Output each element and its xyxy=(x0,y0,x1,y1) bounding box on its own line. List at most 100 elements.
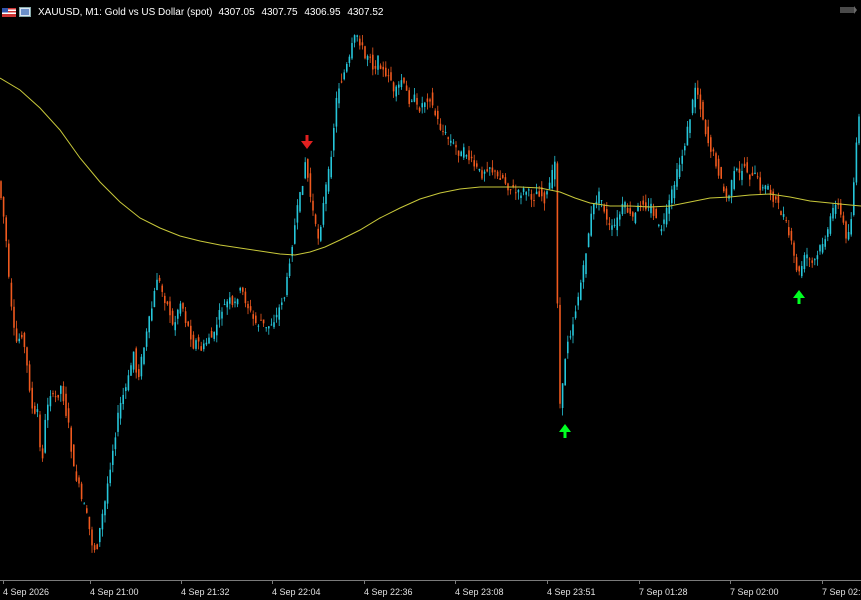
bull-candle xyxy=(179,303,182,314)
bear-candle xyxy=(78,477,80,484)
bear-candle xyxy=(21,334,23,338)
bull-candle xyxy=(130,365,132,376)
bear-candle xyxy=(382,66,384,70)
bull-candle xyxy=(834,204,837,214)
bear-candle xyxy=(359,38,361,46)
bull-candle xyxy=(218,310,221,320)
bull-candle xyxy=(278,307,280,320)
bear-candle xyxy=(408,90,410,104)
bear-candle xyxy=(712,149,715,152)
moving-average-line xyxy=(0,77,861,256)
bear-candle xyxy=(645,202,647,210)
bear-candle xyxy=(704,119,707,135)
bear-candle xyxy=(8,243,10,277)
bull-candle xyxy=(49,396,52,407)
bull-candle xyxy=(330,156,332,178)
time-label: 4 Sep 2026 xyxy=(3,587,50,597)
bear-candle xyxy=(759,177,761,191)
bull-candle xyxy=(665,208,668,225)
bull-candle xyxy=(689,119,691,133)
bear-candle xyxy=(93,545,96,550)
bull-candle xyxy=(577,296,579,306)
bull-candle xyxy=(616,217,618,231)
bear-candle xyxy=(434,110,436,116)
bull-candle xyxy=(858,116,860,144)
bear-candle xyxy=(244,291,247,304)
bull-candle xyxy=(400,80,403,88)
bull-candle xyxy=(36,409,39,412)
price-chart[interactable] xyxy=(0,0,861,580)
bear-candle xyxy=(775,196,777,200)
time-axis: 4 Sep 2026 4 Sep 21:00 4 Sep 21:32 4 Sep… xyxy=(0,580,861,600)
bear-candle xyxy=(429,99,431,102)
bull-candle xyxy=(296,205,299,223)
bull-candle xyxy=(281,302,283,305)
bull-candle xyxy=(122,394,124,405)
bull-candle xyxy=(634,212,637,223)
bull-candle xyxy=(148,316,150,333)
bull-candle xyxy=(684,146,686,151)
bear-candle xyxy=(476,163,478,167)
bear-candle xyxy=(75,471,78,481)
bull-candle xyxy=(114,437,117,450)
bull-candle xyxy=(273,322,275,328)
bear-candle xyxy=(138,369,140,378)
bull-candle xyxy=(286,276,288,296)
bull-candle xyxy=(681,155,683,164)
bear-candle xyxy=(164,295,166,303)
time-label: 7 Sep 01:28 xyxy=(639,587,688,597)
bull-candle xyxy=(140,356,143,377)
bear-candle xyxy=(28,364,31,391)
bull-candle xyxy=(611,225,613,230)
bull-candle xyxy=(572,324,574,336)
time-axis-line xyxy=(0,580,861,581)
bear-candle xyxy=(67,408,70,423)
bear-candle xyxy=(530,194,533,200)
bear-candle xyxy=(187,321,189,326)
bull-candle xyxy=(283,297,286,299)
bull-candle xyxy=(801,266,803,277)
arrow-up-icon xyxy=(793,290,805,304)
bull-candle xyxy=(151,308,153,321)
symbol-title: XAUUSD, M1: Gold vs US Dollar (spot) xyxy=(38,6,213,18)
time-label: 4 Sep 23:51 xyxy=(547,587,596,597)
bull-candle xyxy=(619,214,621,220)
bull-candle xyxy=(335,97,338,127)
chart-scroll-icon[interactable] xyxy=(839,2,857,14)
bear-candle xyxy=(210,331,213,338)
bull-candle xyxy=(806,254,808,259)
bear-candle xyxy=(405,85,408,91)
bear-candle xyxy=(158,277,161,282)
bull-candle xyxy=(288,263,291,277)
bull-candle xyxy=(270,324,273,326)
bear-candle xyxy=(190,325,192,340)
bear-candle xyxy=(468,150,470,161)
flag-icon xyxy=(2,7,16,17)
bull-candle xyxy=(213,331,215,339)
bull-candle xyxy=(520,195,522,198)
bull-candle xyxy=(205,342,208,345)
bull-candle xyxy=(265,327,267,329)
bear-candle xyxy=(699,94,702,110)
bear-candle xyxy=(192,334,195,349)
bear-candle xyxy=(509,189,512,191)
bear-candle xyxy=(606,209,608,220)
bull-candle xyxy=(112,450,114,465)
bull-candle xyxy=(736,168,738,171)
bear-candle xyxy=(39,414,41,448)
chart-window[interactable]: XAUUSD, M1: Gold vs US Dollar (spot) 430… xyxy=(0,0,861,600)
bull-candle xyxy=(590,213,592,236)
bull-candle xyxy=(452,142,455,144)
bear-candle xyxy=(379,65,382,69)
bull-candle xyxy=(216,324,218,336)
bear-candle xyxy=(200,346,202,351)
bull-candle xyxy=(613,224,616,226)
bear-candle xyxy=(31,387,33,409)
bear-candle xyxy=(262,319,265,324)
bear-candle xyxy=(842,215,845,223)
bear-candle xyxy=(790,230,793,241)
bull-candle xyxy=(829,216,832,234)
bull-candle xyxy=(816,255,819,260)
bull-candle xyxy=(99,528,101,543)
bear-candle xyxy=(725,188,728,197)
